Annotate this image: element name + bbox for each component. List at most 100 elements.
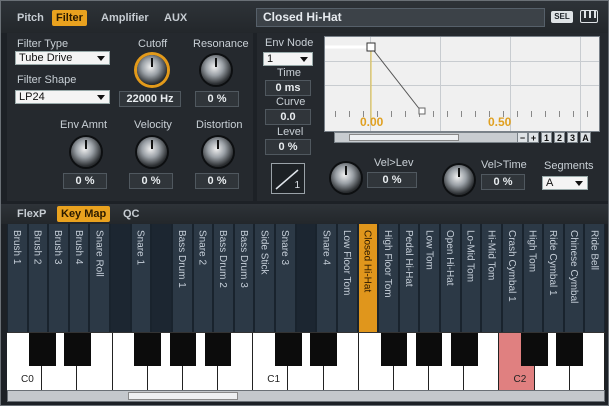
zoom-in-button[interactable]: + [528, 132, 539, 143]
key-map-lane[interactable]: Pedal Hi-Hat [399, 224, 419, 332]
level-value[interactable]: 0 % [265, 139, 311, 155]
key-map-lane-label: Snare 1 [134, 230, 146, 266]
zoom-out-button[interactable]: − [517, 132, 528, 143]
black-key[interactable] [169, 333, 197, 366]
key-map-lane[interactable]: Brush 1 [8, 224, 27, 332]
velocity-knob[interactable] [137, 137, 167, 167]
key-map-lane[interactable]: Snare Roll [90, 224, 110, 332]
env-select-3-button[interactable]: 3 [567, 132, 578, 143]
vel-time-knob[interactable] [444, 165, 474, 195]
env-select-a-button[interactable]: A [580, 132, 591, 143]
env-amnt-knob[interactable] [71, 137, 101, 167]
octave-label-c2: C2 [513, 374, 527, 385]
black-key[interactable] [310, 333, 337, 366]
sel-button[interactable]: SEL [551, 11, 573, 23]
scroll-thumb[interactable] [128, 392, 238, 400]
key-map-lane[interactable] [296, 224, 316, 332]
tab-filter[interactable]: Filter [52, 10, 87, 26]
vel-lev-knob[interactable] [331, 163, 361, 193]
black-key[interactable] [380, 333, 408, 366]
key-map-lane[interactable]: Ride Bell [585, 224, 604, 332]
key-map-lane[interactable]: Brush 3 [49, 224, 68, 332]
key-map-lane[interactable]: Snare 4 [317, 224, 336, 332]
octave-label-c1: C1 [267, 374, 281, 385]
key-map-lane[interactable] [152, 224, 171, 332]
distortion-knob[interactable] [203, 137, 233, 167]
segments-value: A [546, 177, 554, 189]
black-key[interactable] [415, 333, 443, 366]
key-map-zones: Brush 1 Brush 2 Brush 3 Brush 4 Snare Roll Sn… [7, 224, 605, 332]
tab-pitch[interactable]: Pitch [17, 10, 44, 26]
tab-flexp[interactable]: FlexP [17, 206, 46, 222]
key-map-lane[interactable]: High Floor Tom [379, 224, 398, 332]
resonance-label: Resonance [193, 38, 249, 50]
tab-amplifier[interactable]: Amplifier [101, 10, 149, 26]
key-map-lane-label: Side Stick [258, 230, 270, 275]
key-map-lane[interactable]: Bass Drum 2 [214, 224, 233, 332]
key-map-lane-label: Brush 3 [52, 230, 64, 265]
filter-type-value: Tube Drive [19, 52, 73, 64]
key-map-lane[interactable]: Snare 2 [193, 224, 213, 332]
keymap-scrollbar[interactable] [7, 390, 605, 402]
vel-time-value[interactable]: 0 % [481, 174, 525, 190]
black-key[interactable] [63, 333, 91, 366]
key-map-lane[interactable]: Bass Drum 1 [172, 224, 192, 332]
env-select-1-button[interactable]: 1 [541, 132, 552, 143]
envelope-scrollbar[interactable] [334, 132, 532, 143]
filter-shape-dropdown[interactable]: LP24 [15, 90, 110, 104]
preset-name-field[interactable]: Closed Hi-Hat [256, 8, 545, 27]
cutoff-value[interactable]: 22000 Hz [119, 91, 181, 107]
key-map-lane[interactable]: High Tom [523, 224, 543, 332]
tab-qc[interactable]: QC [123, 206, 140, 222]
distortion-value[interactable]: 0 % [195, 173, 239, 189]
key-map-lane[interactable]: Open Hi-Hat [441, 224, 460, 332]
scroll-thumb[interactable] [349, 134, 459, 141]
black-key[interactable] [450, 333, 478, 366]
key-map-lane[interactable]: Side Stick [255, 224, 275, 332]
velocity-value[interactable]: 0 % [129, 173, 173, 189]
filter-type-dropdown[interactable]: Tube Drive [15, 51, 110, 65]
env-node-value: 1 [267, 53, 274, 65]
key-map-lane[interactable]: Lo-Mid Tom [461, 224, 481, 332]
key-map-lane[interactable]: Brush 4 [69, 224, 89, 332]
key-map-lane[interactable]: Bass Drum 3 [234, 224, 254, 332]
segments-dropdown[interactable]: A [542, 176, 588, 190]
cutoff-knob[interactable] [137, 55, 167, 85]
black-key[interactable] [556, 333, 584, 366]
key-map-lane[interactable]: Hi-Mid Tom [482, 224, 501, 332]
key-map-lane[interactable]: Brush 2 [28, 224, 48, 332]
curve-type-selector[interactable]: 1 [271, 163, 305, 194]
time-value[interactable]: 0 ms [265, 80, 311, 96]
vel-lev-value[interactable]: 0 % [367, 172, 417, 188]
tab-aux[interactable]: AUX [164, 10, 187, 26]
black-key[interactable] [204, 333, 232, 366]
curve-value[interactable]: 0.0 [265, 109, 311, 125]
key-map-lane[interactable]: Low Floor Tom [337, 224, 357, 332]
key-map-lane-label: High Floor Tom [382, 230, 394, 298]
resonance-knob[interactable] [201, 55, 231, 85]
key-map-lane-label: Open Hi-Hat [444, 230, 456, 286]
key-map-lane[interactable]: Crash Cymbal 1 [502, 224, 522, 332]
black-key[interactable] [521, 333, 548, 366]
key-map-lane-label: Bass Drum 3 [237, 230, 249, 288]
env-node-dropdown[interactable]: 1 [263, 52, 313, 66]
env-select-2-button[interactable]: 2 [554, 132, 565, 143]
key-map-lane[interactable]: Closed Hi-Hat [358, 224, 378, 332]
black-key[interactable] [28, 333, 56, 366]
resonance-value[interactable]: 0 % [195, 91, 239, 107]
env-amnt-value[interactable]: 0 % [63, 173, 107, 189]
black-key[interactable] [134, 333, 162, 366]
key-map-lane[interactable]: Ride Cymbal 1 [544, 224, 563, 332]
key-map-lane[interactable]: Snare 1 [131, 224, 151, 332]
piano-keyboard[interactable]: C0 C1 C2 [7, 332, 605, 390]
tab-key-map[interactable]: Key Map [57, 206, 111, 222]
key-map-lane-label: Snare 2 [196, 230, 208, 266]
env-amnt-label: Env Amnt [60, 119, 108, 131]
key-map-lane[interactable]: Low Tom [420, 224, 440, 332]
black-key[interactable] [275, 333, 302, 366]
lower-tab-bar: FlexP Key Map QC [1, 204, 608, 224]
key-map-lane[interactable]: Snare 3 [276, 224, 295, 332]
keyboard-icon[interactable] [580, 10, 598, 23]
key-map-lane[interactable]: Chinese Cymbal [564, 224, 584, 332]
key-map-lane[interactable] [111, 224, 130, 332]
